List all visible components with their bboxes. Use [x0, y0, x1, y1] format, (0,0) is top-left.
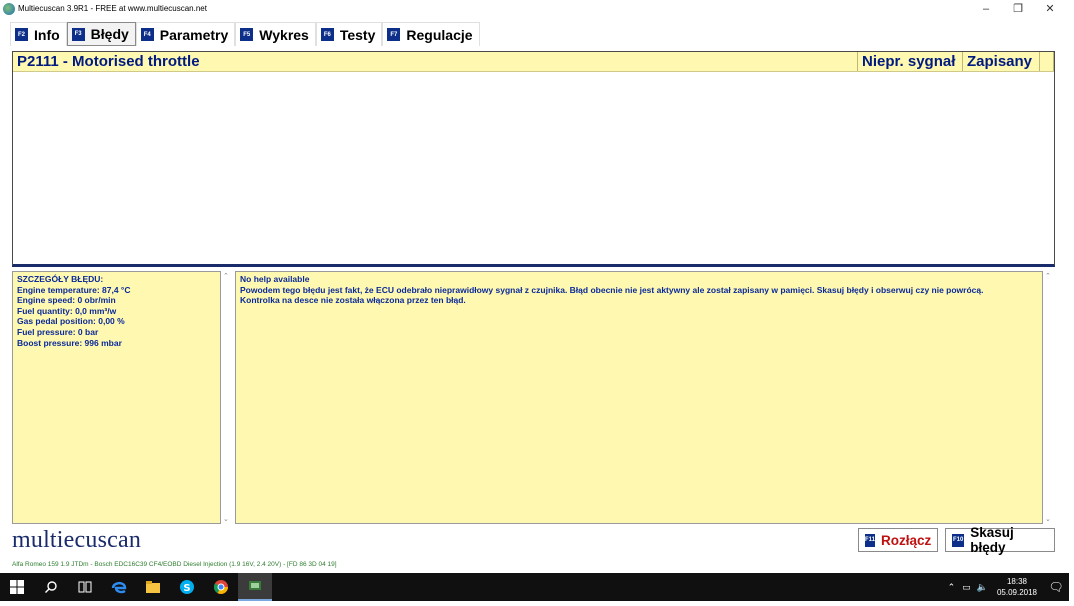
- error-help-panel: No help available Powodem tego błędu jes…: [235, 271, 1043, 524]
- scroll-up-icon[interactable]: ⌃: [223, 272, 229, 280]
- tab-graph[interactable]: F5 Wykres: [235, 22, 316, 46]
- detail-fuel-pressure: Fuel pressure: 0 bar: [17, 326, 99, 337]
- tab-tests-label: Testy: [339, 26, 376, 43]
- svg-text:S: S: [183, 583, 190, 594]
- f7-key-icon: F7: [387, 28, 401, 41]
- tab-parameters-label: Parametry: [159, 26, 229, 43]
- f5-key-icon: F5: [240, 28, 254, 41]
- tab-errors-label: Błędy: [90, 26, 129, 42]
- error-row-spacer: [1040, 52, 1054, 71]
- tab-graph-label: Wykres: [259, 26, 309, 43]
- details-scrollbar[interactable]: ⌃ ⌄: [221, 271, 233, 524]
- tab-info[interactable]: F2 Info: [10, 22, 67, 46]
- scroll-down-icon[interactable]: ⌄: [223, 515, 229, 523]
- error-code: P2111 - Motorised throttle: [13, 52, 858, 71]
- detail-boost-pressure: Boost pressure: 996 mbar: [17, 337, 122, 348]
- help-warning-light-note: Kontrolka na desce nie została włączona …: [240, 295, 466, 306]
- detail-engine-temperature: Engine temperature: 87,4 °C: [17, 284, 131, 295]
- clock-date: 05.09.2018: [996, 588, 1037, 597]
- error-row[interactable]: P2111 - Motorised throttle Niepr. sygnał…: [13, 52, 1054, 72]
- close-button[interactable]: ✕: [1034, 0, 1066, 17]
- disconnect-label: Rozłącz: [881, 532, 932, 548]
- f4-key-icon: F4: [140, 28, 154, 41]
- minimize-button[interactable]: –: [970, 0, 1002, 17]
- help-scrollbar[interactable]: ⌃ ⌄: [1043, 271, 1055, 524]
- tray-expand-icon[interactable]: ⌃: [944, 582, 960, 593]
- error-list: P2111 - Motorised throttle Niepr. sygnał…: [12, 51, 1055, 267]
- scroll-down-icon[interactable]: ⌄: [1045, 515, 1051, 523]
- notifications-icon[interactable]: 🗨: [1043, 580, 1069, 594]
- tab-adjustments[interactable]: F7 Regulacje: [382, 22, 480, 46]
- clock-time: 18:38: [1006, 577, 1027, 586]
- scroll-up-icon[interactable]: ⌃: [1045, 272, 1051, 280]
- tab-info-label: Info: [34, 26, 60, 43]
- tab-adjustments-label: Regulacje: [406, 26, 473, 43]
- windows-taskbar: S ⌃ ▭ 🔈 18:38 05.09.2018 🗨: [0, 573, 1069, 601]
- error-signal-status: Niepr. sygnał: [858, 52, 963, 71]
- maximize-button[interactable]: ❐: [1002, 0, 1034, 17]
- multiecuscan-logo: multiecuscan: [12, 527, 142, 553]
- f6-key-icon: F6: [320, 28, 334, 41]
- task-view-icon[interactable]: [68, 573, 102, 601]
- window-controls: – ❐ ✕: [970, 0, 1066, 17]
- f2-key-icon: F2: [15, 28, 28, 41]
- multiecuscan-icon[interactable]: [238, 573, 272, 601]
- error-saved-status: Zapisany: [963, 52, 1040, 71]
- tab-errors[interactable]: F3 Błędy: [66, 22, 136, 46]
- detail-gas-pedal: Gas pedal position: 0,00 %: [17, 316, 125, 327]
- clear-errors-button[interactable]: F10 Skasuj błędy: [945, 525, 1055, 555]
- window-title: Multiecuscan 3.9R1 - FREE at www.multiec…: [18, 4, 207, 13]
- system-tray: ⌃ ▭ 🔈 18:38 05.09.2018 🗨: [944, 573, 1069, 601]
- edge-icon[interactable]: [102, 573, 136, 601]
- main-tabs: F2 Info F3 Błędy F4 Parametry F5 Wykres …: [10, 22, 480, 46]
- chrome-icon[interactable]: [204, 573, 238, 601]
- volume-icon[interactable]: 🔈: [974, 582, 991, 593]
- windows-start-icon[interactable]: [0, 573, 34, 601]
- help-title: No help available: [240, 274, 310, 284]
- f3-key-icon: F3: [71, 27, 85, 41]
- details-heading: SZCZEGÓŁY BŁĘDU:: [17, 274, 104, 284]
- app-icon: [3, 2, 15, 15]
- tab-tests[interactable]: F6 Testy: [315, 22, 383, 46]
- detail-fuel-quantity: Fuel quantity: 0,0 mm³/w: [17, 305, 117, 316]
- help-description: Powodem tego błędu jest fakt, że ECU ode…: [240, 284, 984, 295]
- search-icon[interactable]: [34, 573, 68, 601]
- window-titlebar: Multiecuscan 3.9R1 - FREE at www.multiec…: [0, 0, 1074, 17]
- file-explorer-icon[interactable]: [136, 573, 170, 601]
- f10-key-icon: F10: [952, 533, 965, 547]
- clock[interactable]: 18:38 05.09.2018: [991, 576, 1043, 598]
- detail-engine-speed: Engine speed: 0 obr/min: [17, 295, 116, 306]
- skype-icon[interactable]: S: [170, 573, 204, 601]
- clear-errors-label: Skasuj błędy: [970, 525, 1014, 555]
- error-details-panel: SZCZEGÓŁY BŁĘDU: Engine temperature: 87,…: [12, 271, 221, 524]
- battery-icon[interactable]: ▭: [959, 582, 974, 593]
- tab-parameters[interactable]: F4 Parametry: [135, 22, 236, 46]
- status-bar: Alfa Romeo 159 1.9 JTDm - Bosch EDC16C39…: [0, 559, 1074, 571]
- disconnect-button[interactable]: F11 Rozłącz: [858, 528, 938, 552]
- f11-key-icon: F11: [865, 533, 876, 547]
